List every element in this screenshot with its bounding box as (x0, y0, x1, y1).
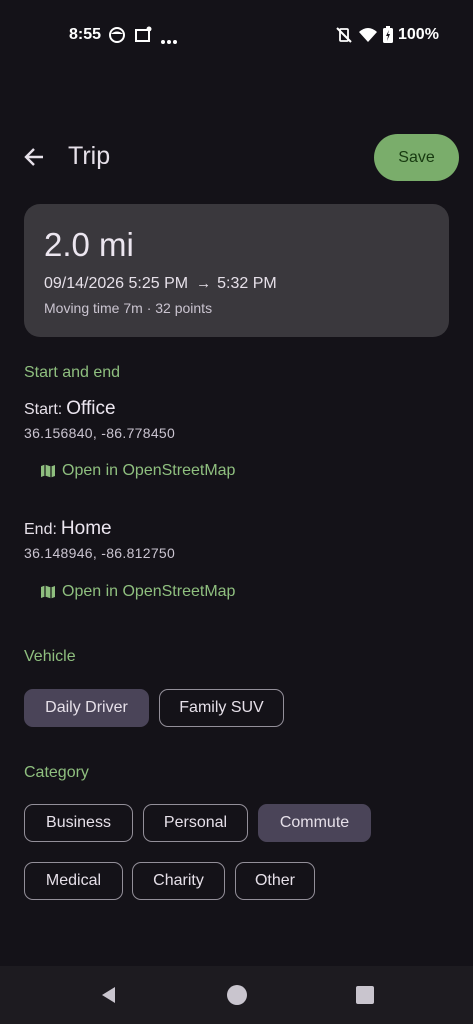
start-coordinates: 36.156840, -86.778450 (24, 425, 176, 441)
arrow-back-icon (24, 148, 43, 166)
vehicle-chip-daily-driver[interactable]: Daily Driver (24, 689, 149, 727)
message-icon (134, 26, 152, 44)
face-icon (108, 26, 126, 44)
circle-home-icon (227, 985, 247, 1005)
page-title: Trip (68, 142, 111, 170)
save-button[interactable]: Save (374, 134, 459, 181)
category-chip-personal[interactable]: Personal (143, 804, 248, 842)
trip-time-range: 09/14/2026 5:25 PM → 5:32 PM (44, 275, 277, 293)
category-chip-business[interactable]: Business (24, 804, 133, 842)
start-end-section-label: Start and end (24, 364, 121, 381)
vehicle-section-label: Vehicle (24, 648, 76, 665)
end-name: Home (60, 518, 112, 539)
status-time: 8:55 (69, 26, 102, 43)
wifi-icon (358, 26, 377, 44)
category-chip-medical[interactable]: Medical (24, 862, 123, 900)
end-location: End: Home (24, 518, 112, 540)
nav-recents-button[interactable] (353, 983, 377, 1007)
triangle-back-icon (102, 987, 115, 1003)
square-recents-icon (356, 986, 374, 1004)
start-open-osm-link[interactable]: Open in OpenStreetMap (40, 462, 235, 480)
start-prefix: Start: (24, 401, 63, 418)
nav-back-button[interactable] (97, 983, 121, 1007)
trip-meta: Moving time 7m · 32 points (44, 300, 213, 316)
end-coordinates: 36.148946, -86.812750 (24, 545, 176, 561)
arrow-right-icon: → (196, 275, 212, 292)
trip-summary-card: 2.0 mi 09/14/2026 5:25 PM → 5:32 PM Moving… (24, 204, 449, 337)
map-icon (41, 464, 55, 478)
category-section-label: Category (24, 764, 89, 781)
battery-icon (382, 26, 394, 44)
system-nav-bar (0, 966, 473, 1024)
vibrate-off-icon (335, 26, 353, 44)
category-chip-other[interactable]: Other (235, 862, 315, 900)
end-time: 5:32 PM (217, 275, 277, 292)
vehicle-chip-family-suv[interactable]: Family SUV (159, 689, 284, 727)
map-icon (41, 585, 55, 599)
category-chip-charity[interactable]: Charity (132, 862, 225, 900)
nav-home-button[interactable] (225, 983, 249, 1007)
back-button[interactable] (18, 141, 50, 173)
category-chip-commute[interactable]: Commute (258, 804, 371, 842)
trip-distance: 2.0 mi (44, 226, 134, 263)
start-location: Start: Office (24, 398, 116, 420)
start-time: 09/14/2026 5:25 PM (44, 275, 189, 292)
end-prefix: End: (24, 521, 57, 538)
start-name: Office (66, 398, 116, 419)
end-osm-label: Open in OpenStreetMap (62, 583, 236, 600)
start-osm-label: Open in OpenStreetMap (62, 462, 236, 479)
battery-percent: 100% (398, 26, 439, 43)
end-open-osm-link[interactable]: Open in OpenStreetMap (40, 583, 235, 601)
status-bar: 8:55 100% (0, 0, 473, 72)
more-dots-icon (160, 32, 178, 50)
trip-screen: 8:55 100% Trip Save 2.0 mi 09/14/2026 5:… (0, 0, 473, 1024)
